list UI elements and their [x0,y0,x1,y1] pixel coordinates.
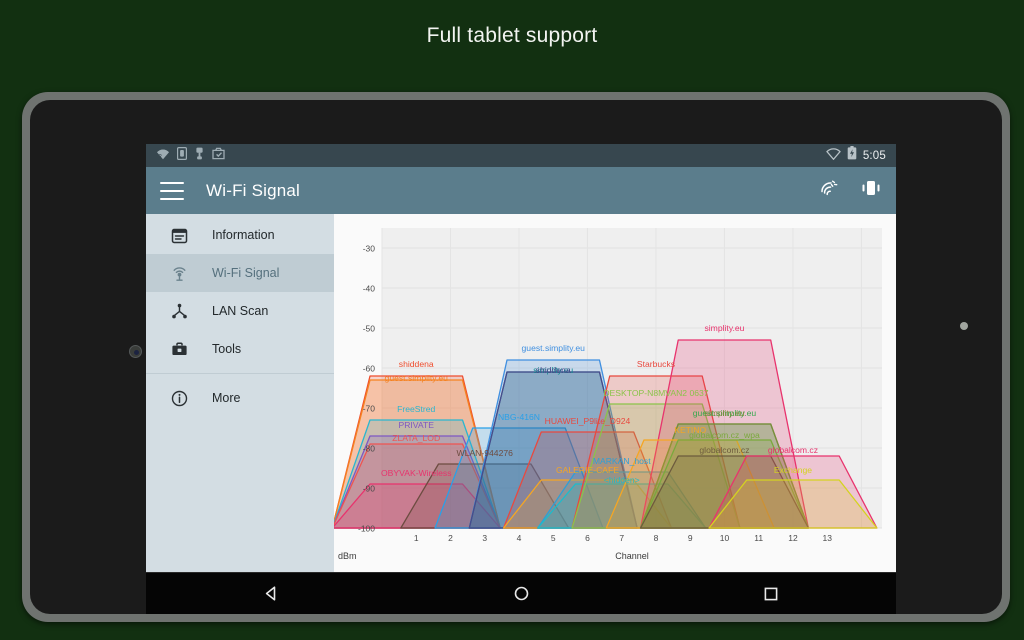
info-circle-icon [168,390,190,407]
tablet-device-frame: ? [22,92,1010,622]
wifi-icon [826,147,841,165]
network-nodes-icon [168,303,190,320]
svg-text:13: 13 [822,533,832,543]
navigation-drawer: Information Wi-Fi Signal [146,214,334,572]
svg-text:-60: -60 [363,364,376,374]
svg-text:FreeStred: FreeStred [397,404,435,414]
svg-text:WLAN-944276: WLAN-944276 [457,448,514,458]
svg-text:PRIVATE: PRIVATE [398,420,434,430]
battery-charging-icon [847,146,857,165]
svg-text:8: 8 [654,533,659,543]
usb-plug-icon [194,147,205,165]
svg-text:shiddena: shiddena [399,359,434,369]
sidebar-item-label: Tools [212,342,241,356]
svg-text:globalcom.cz_wpa: globalcom.cz_wpa [689,430,760,440]
svg-text:guest.simplity.eu: guest.simplity.eu [522,343,586,353]
svg-text:guest.simplity.eu: guest.simplity.eu [385,373,449,383]
svg-text:-30: -30 [363,244,376,254]
svg-text:10: 10 [720,533,730,543]
svg-text:simplity.eu: simplity.eu [704,408,744,418]
toolbox-icon [168,341,190,358]
svg-text:<hidden>: <hidden> [604,475,640,485]
wifi-scan-icon[interactable] [818,178,838,203]
svg-text:simplity.eu: simplity.eu [704,323,744,333]
app-bar: Wi-Fi Signal [146,167,896,214]
svg-text:DESKTOP-N8MVAN2 0637: DESKTOP-N8MVAN2 0637 [603,388,708,398]
svg-text:5: 5 [551,533,556,543]
svg-text:12: 12 [788,533,798,543]
sidebar-item-tools[interactable]: Tools [146,330,334,368]
svg-text:-50: -50 [363,324,376,334]
home-circle-icon[interactable] [486,573,556,615]
hamburger-menu-icon[interactable] [160,182,184,200]
sidebar-item-label: Wi-Fi Signal [212,266,279,280]
svg-text:Exchange: Exchange [774,465,812,475]
svg-text:-40: -40 [363,284,376,294]
svg-text:HUAWEI_P9lite_D924: HUAWEI_P9lite_D924 [545,416,631,426]
svg-text:11: 11 [754,533,763,543]
clipboard-icon [168,227,190,244]
wifi-signal-chart[interactable]: shiddena guest.simplity.eu FreeStred PRIVAT… [334,214,896,572]
svg-text:GALERIE-CAFE: GALERIE-CAFE [556,465,619,475]
screenshot-icon [212,147,225,165]
app-content: Information Wi-Fi Signal [146,214,896,572]
svg-text:2: 2 [448,533,453,543]
svg-text:ZLATA_LOD: ZLATA_LOD [392,433,440,443]
svg-text:OBYVAK-Wireless: OBYVAK-Wireless [381,468,452,478]
svg-text:4: 4 [517,533,522,543]
svg-text:globalcom.cz: globalcom.cz [699,445,749,455]
svg-text:9: 9 [688,533,693,543]
status-bar-right-icons: 5:05 [826,146,886,165]
svg-text:MARKAN_host: MARKAN_host [593,456,651,466]
app-bar-actions [818,178,882,203]
svg-text:-90: -90 [363,484,376,494]
android-status-bar: ? [146,144,896,167]
sidebar-item-information[interactable]: Information [146,216,334,254]
svg-text:3: 3 [482,533,487,543]
recents-square-icon[interactable] [736,573,806,615]
drawer-divider [146,373,334,374]
sidebar-item-label: More [212,391,240,405]
android-navigation-bar [146,572,896,614]
svg-text:6: 6 [585,533,590,543]
tablet-screen: ? [146,144,896,614]
sidebar-item-lan-scan[interactable]: LAN Scan [146,292,334,330]
channel-graph-svg: shiddena guest.simplity.eu FreeStred PRIVAT… [334,214,896,572]
svg-text:NBG-416N: NBG-416N [498,412,540,422]
svg-text:1: 1 [414,533,419,543]
vibrate-icon[interactable] [860,178,882,203]
svg-text:-70: -70 [363,404,376,414]
light-sensor-icon [960,322,968,330]
sim-card-icon [177,147,187,165]
status-bar-left-icons: ? [156,147,225,165]
svg-text:Starbucks: Starbucks [637,359,675,369]
svg-text:shiddena: shiddena [536,365,571,375]
sidebar-item-label: Information [212,228,275,242]
svg-text:-80: -80 [363,444,376,454]
svg-text:Channel: Channel [615,551,649,561]
svg-text:globalcom.cz: globalcom.cz [768,445,818,455]
wifi-question-icon: ? [156,147,170,165]
svg-text:-100: -100 [358,524,375,534]
page-title: Full tablet support [0,24,1024,48]
svg-text:dBm: dBm [338,551,357,561]
svg-text:7: 7 [619,533,624,543]
app-title: Wi-Fi Signal [206,181,300,201]
wifi-antenna-icon [168,265,190,282]
sidebar-item-more[interactable]: More [146,379,334,417]
sidebar-item-wifi-signal[interactable]: Wi-Fi Signal [146,254,334,292]
back-triangle-icon[interactable] [236,573,306,615]
status-bar-clock: 5:05 [863,150,886,162]
front-camera-icon [129,345,142,358]
sidebar-item-label: LAN Scan [212,304,268,318]
tablet-bezel: ? [30,100,1002,614]
